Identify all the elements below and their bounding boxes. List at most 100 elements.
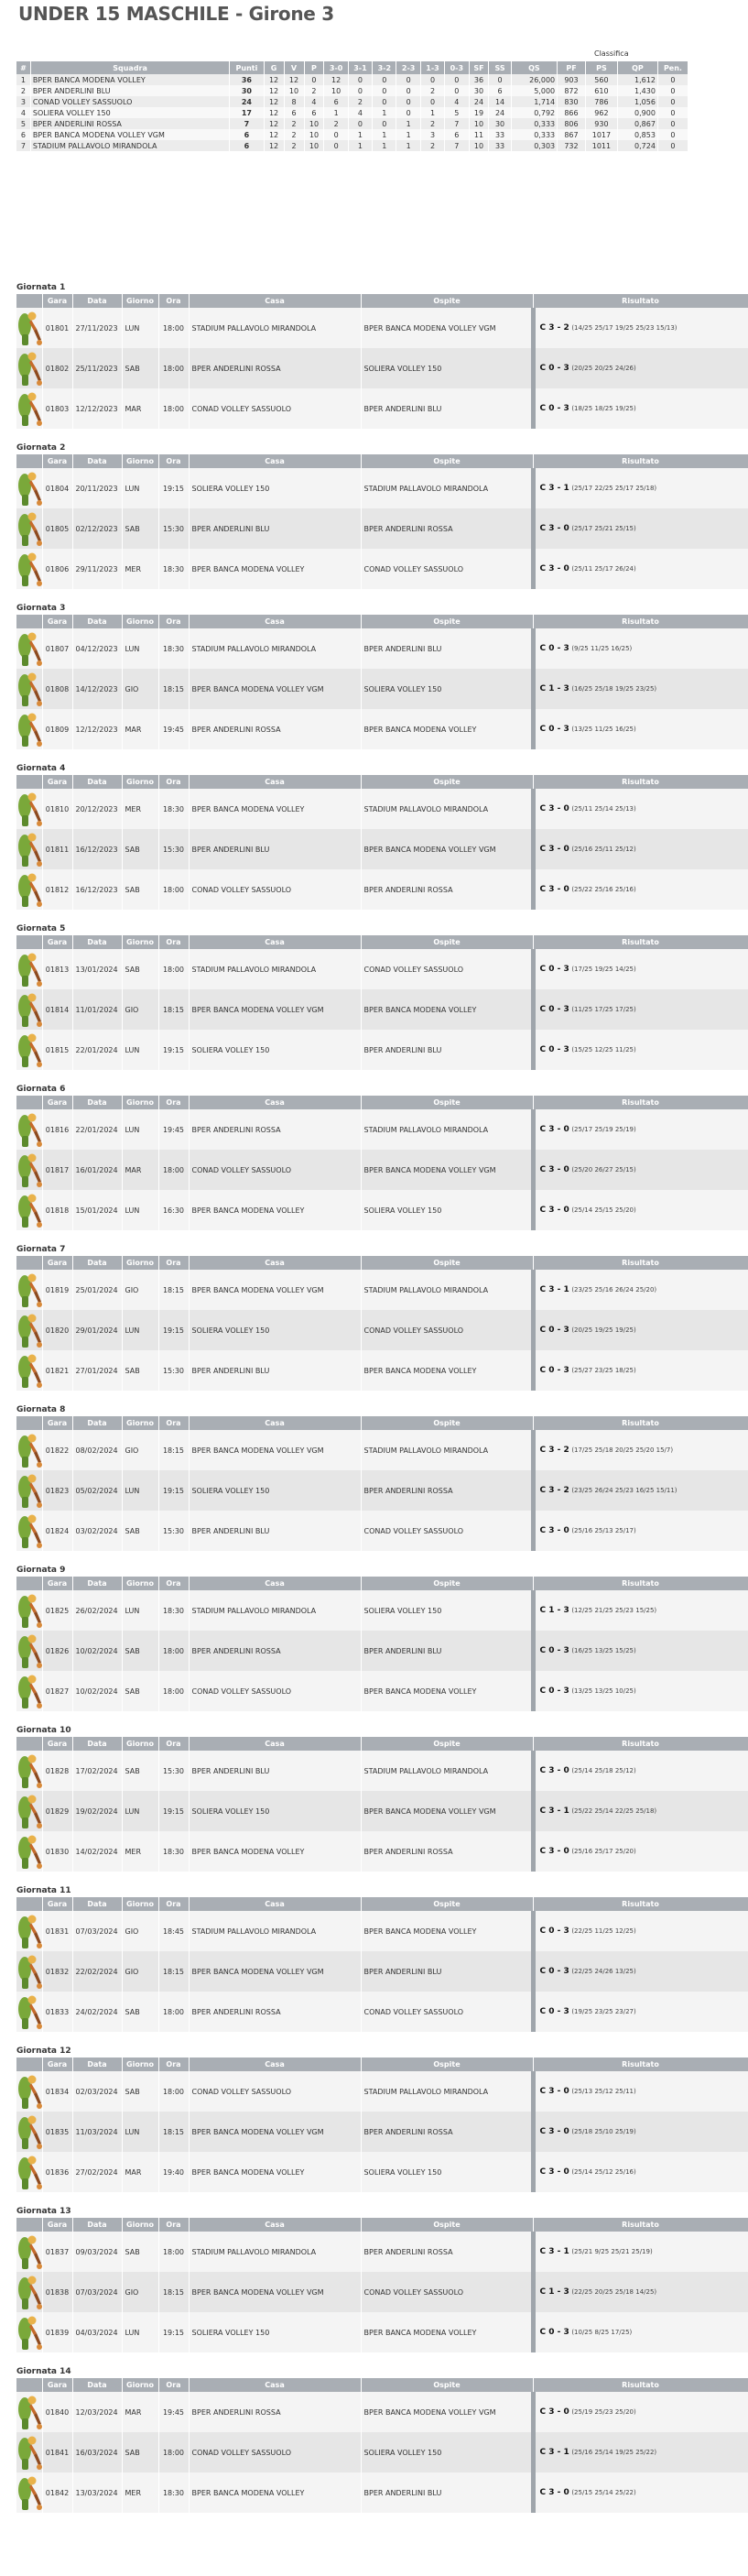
standings-cell: 4 (16, 107, 31, 118)
match-row[interactable]: 01833 24/02/2024 SAB 18:00 BPER ANDERLINI RO… (16, 1992, 748, 2032)
matches-header-cell: Casa (189, 2218, 362, 2232)
match-row[interactable]: 01838 07/03/2024 GIO 18:15 BPER BANCA MODENA… (16, 2272, 748, 2312)
match-ora: 19:45 (158, 2392, 190, 2432)
match-row[interactable]: 01824 03/02/2024 SAB 15:30 BPER ANDERLINI BL… (16, 1511, 748, 1551)
match-row[interactable]: 01841 16/03/2024 SAB 18:00 CONAD VOLLEY SASS… (16, 2432, 748, 2472)
match-row[interactable]: 01813 13/01/2024 SAB 18:00 STADIUM PALLAVOLO… (16, 949, 748, 989)
standings-header-cell: P (304, 61, 325, 74)
match-row[interactable]: 01842 13/03/2024 MER 18:30 BPER BANCA MODENA… (16, 2472, 748, 2513)
match-row[interactable]: 01828 17/02/2024 SAB 15:30 BPER ANDERLINI BL… (16, 1751, 748, 1791)
match-data: 19/02/2024 (72, 1791, 123, 1831)
standings-cell: 0 (372, 85, 397, 96)
match-row[interactable]: 01839 04/03/2024 LUN 19:15 SOLIERA VOLLEY 15… (16, 2312, 748, 2352)
volleyball-player-icon (16, 1031, 41, 1069)
match-icon-cell (16, 348, 43, 388)
volleyball-player-icon (16, 2112, 41, 2151)
match-row[interactable]: 01821 27/01/2024 SAB 15:30 BPER ANDERLINI BL… (16, 1350, 748, 1391)
match-row[interactable]: 01810 20/12/2023 MER 18:30 BPER BANCA MODENA… (16, 789, 748, 829)
match-ospite: BPER ANDERLINI BLU (361, 2472, 534, 2513)
match-score: C 0 - 3 (539, 1045, 569, 1054)
standings-cell: 17 (229, 107, 265, 118)
matches-header-cell: Ora (158, 1737, 190, 1751)
match-row[interactable]: 01816 22/01/2024 LUN 19:45 BPER ANDERLINI RO… (16, 1109, 748, 1150)
standings-header-cell: Punti (229, 61, 265, 74)
standings-cell: 0 (372, 74, 397, 85)
match-ospite: BPER ANDERLINI ROSSA (361, 508, 534, 549)
match-row[interactable]: 01804 20/11/2023 LUN 19:15 SOLIERA VOLLEY 15… (16, 468, 748, 508)
match-ospite: CONAD VOLLEY SASSUOLO (361, 2272, 534, 2312)
round-section: Giornata 6 Gara Data Giorno Ora Casa Ospite Ris… (16, 1084, 748, 1230)
match-result: C 3 - 0 (25/11 25/17 26/24) (530, 549, 748, 589)
matches-table: Gara Data Giorno Ora Casa Ospite Risultato 0181… (16, 1096, 748, 1230)
standings-row: 6 BPER BANCA MODENA VOLLEY VGM 6 12 2 10 0 1 1 1 3… (16, 129, 689, 140)
match-row[interactable]: 01827 10/02/2024 SAB 18:00 CONAD VOLLEY SASS… (16, 1671, 748, 1711)
match-row[interactable]: 01836 27/02/2024 MAR 19:40 BPER BANCA MODENA… (16, 2152, 748, 2192)
standings-cell: 19 (469, 107, 490, 118)
match-row[interactable]: 01801 27/11/2023 LUN 18:00 STADIUM PALLAVOLO… (16, 308, 748, 348)
standings-cell: 0 (348, 85, 374, 96)
standings-cell: 10 (284, 85, 305, 96)
match-row[interactable]: 01830 14/02/2024 MER 18:30 BPER BANCA MODENA… (16, 1831, 748, 1872)
match-row[interactable]: 01835 11/03/2024 LUN 18:15 BPER BANCA MODENA… (16, 2112, 748, 2152)
match-casa: BPER ANDERLINI ROSSA (189, 709, 362, 749)
volleyball-player-icon (16, 2433, 41, 2472)
matches-header-row: Gara Data Giorno Ora Casa Ospite Risultato (16, 775, 748, 789)
match-result: C 3 - 2 (17/25 25/18 20/25 25/20 15/7) (530, 1430, 748, 1470)
match-row[interactable]: 01834 02/03/2024 SAB 18:00 CONAD VOLLEY SASS… (16, 2071, 748, 2112)
matches-header-cell: Ospite (361, 1897, 534, 1911)
standings-cell: 33 (488, 140, 512, 151)
match-row[interactable]: 01831 07/03/2024 GIO 18:45 STADIUM PALLAVOLO… (16, 1911, 748, 1951)
match-row[interactable]: 01818 15/01/2024 LUN 16:30 BPER BANCA MODENA… (16, 1190, 748, 1230)
matches-header-cell (16, 1096, 43, 1109)
match-row[interactable]: 01803 12/12/2023 MAR 18:00 CONAD VOLLEY SASS… (16, 388, 748, 429)
match-score: C 0 - 3 (539, 1927, 569, 1936)
match-casa: CONAD VOLLEY SASSUOLO (189, 2432, 362, 2472)
match-row[interactable]: 01814 11/01/2024 GIO 18:15 BPER BANCA MODENA… (16, 989, 748, 1030)
match-gara: 01810 (42, 789, 73, 829)
match-row[interactable]: 01829 19/02/2024 LUN 19:15 SOLIERA VOLLEY 15… (16, 1791, 748, 1831)
match-row[interactable]: 01815 22/01/2024 LUN 19:15 SOLIERA VOLLEY 15… (16, 1030, 748, 1070)
match-score: C 0 - 3 (539, 2328, 569, 2337)
match-giorno: GIO (122, 1951, 159, 1992)
match-row[interactable]: 01809 12/12/2023 MAR 19:45 BPER ANDERLINI RO… (16, 709, 748, 749)
match-row[interactable]: 01832 22/02/2024 GIO 18:15 BPER BANCA MODENA… (16, 1951, 748, 1992)
match-ospite: BPER BANCA MODENA VOLLEY VGM (361, 2392, 534, 2432)
match-data: 04/03/2024 (72, 2312, 123, 2352)
match-ospite: SOLIERA VOLLEY 150 (361, 2152, 534, 2192)
match-row[interactable]: 01819 25/01/2024 GIO 18:15 BPER BANCA MODENA… (16, 1270, 748, 1310)
match-row[interactable]: 01807 04/12/2023 LUN 18:30 STADIUM PALLAVOLO… (16, 628, 748, 669)
standings-row: 4 SOLIERA VOLLEY 150 17 12 6 6 1 4 1 0 1 5 19 24 0,792… (16, 107, 689, 118)
match-row[interactable]: 01811 16/12/2023 SAB 15:30 BPER ANDERLINI BL… (16, 829, 748, 869)
matches-header-cell: Giorno (122, 294, 159, 308)
match-gara: 01821 (42, 1350, 73, 1391)
round-title: Giornata 10 (16, 1726, 71, 1735)
match-row[interactable]: 01808 14/12/2023 GIO 18:15 BPER BANCA MODENA… (16, 669, 748, 709)
match-giorno: MAR (122, 1150, 159, 1190)
match-row[interactable]: 01840 12/03/2024 MAR 19:45 BPER ANDERLINI RO… (16, 2392, 748, 2432)
match-sets: (25/16 25/11 25/12) (571, 846, 636, 853)
match-gara: 01811 (42, 829, 73, 869)
match-row[interactable]: 01825 26/02/2024 LUN 18:30 STADIUM PALLAVOLO… (16, 1590, 748, 1631)
match-row[interactable]: 01820 29/01/2024 LUN 19:15 SOLIERA VOLLEY 15… (16, 1310, 748, 1350)
matches-header-cell: Giorno (122, 1737, 159, 1751)
matches-header-cell: Ora (158, 615, 190, 628)
match-row[interactable]: 01837 09/03/2024 SAB 18:00 STADIUM PALLAVOLO… (16, 2232, 748, 2272)
matches-header-cell: Gara (42, 1096, 73, 1109)
standings-cell: 0 (348, 74, 374, 85)
match-row[interactable]: 01802 25/11/2023 SAB 18:00 BPER ANDERLINI RO… (16, 348, 748, 388)
matches-header-cell: Casa (189, 1416, 362, 1430)
match-row[interactable]: 01817 16/01/2024 MAR 18:00 CONAD VOLLEY SASS… (16, 1150, 748, 1190)
match-row[interactable]: 01805 02/12/2023 SAB 15:30 BPER ANDERLINI BL… (16, 508, 748, 549)
matches-header-cell: Ospite (361, 454, 534, 468)
match-gara: 01833 (42, 1992, 73, 2032)
matches-header-cell: Gara (42, 1256, 73, 1270)
match-row[interactable]: 01826 10/02/2024 SAB 18:00 BPER ANDERLINI RO… (16, 1631, 748, 1671)
match-row[interactable]: 01823 05/02/2024 LUN 19:15 SOLIERA VOLLEY 15… (16, 1470, 748, 1511)
match-giorno: SAB (122, 2071, 159, 2112)
standings-cell: 6 (229, 129, 265, 140)
standings-cell: 0 (657, 140, 689, 151)
match-row[interactable]: 01822 08/02/2024 GIO 18:15 BPER BANCA MODENA… (16, 1430, 748, 1470)
match-giorno: LUN (122, 1190, 159, 1230)
match-row[interactable]: 01812 16/12/2023 SAB 18:00 CONAD VOLLEY SASS… (16, 869, 748, 910)
match-row[interactable]: 01806 29/11/2023 MER 18:30 BPER BANCA MODENA… (16, 549, 748, 589)
